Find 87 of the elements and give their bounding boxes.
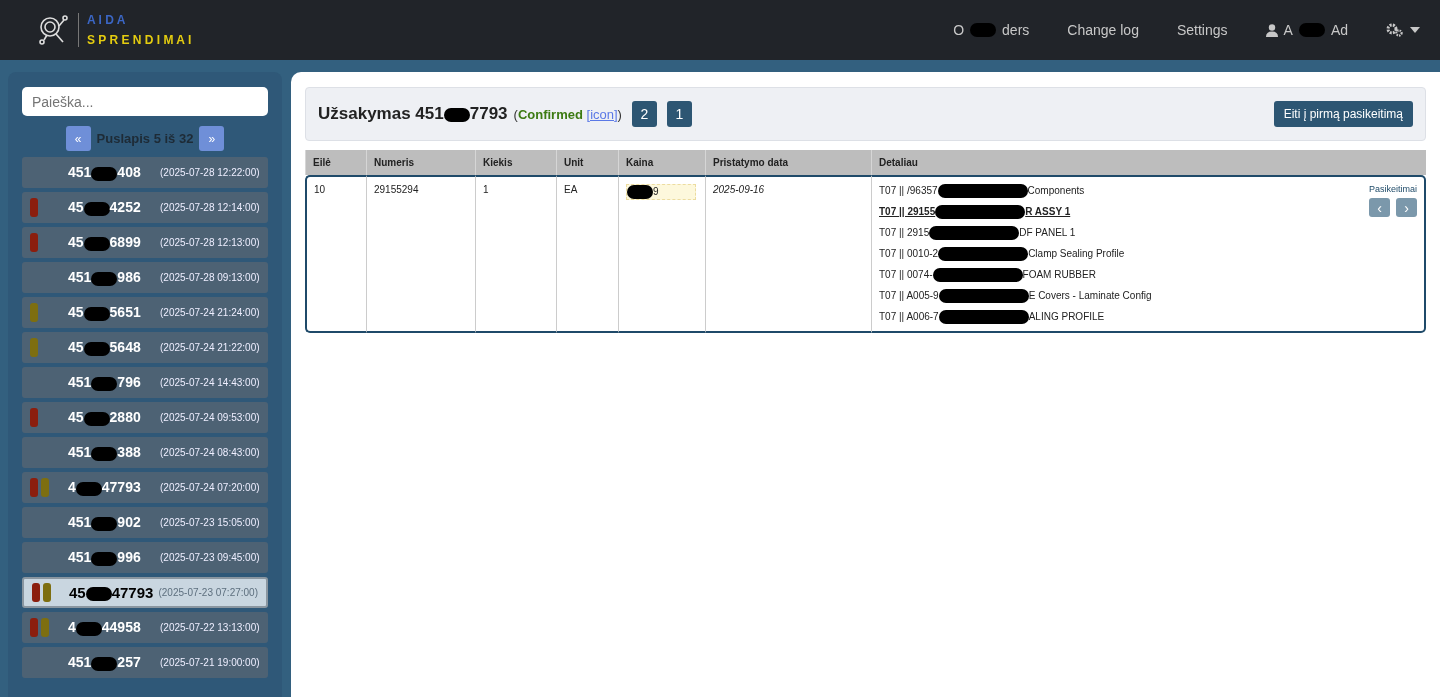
order-number: 45 5651: [68, 304, 142, 321]
order-number: 45 2880: [68, 409, 142, 426]
table-cell: EA: [564, 184, 578, 195]
order-number: 45 47793: [68, 584, 155, 601]
column-header: Kiekis: [475, 150, 556, 175]
go-to-first-change-button[interactable]: Eiti į pirmą pasikeitimą: [1273, 101, 1413, 127]
order-item[interactable]: 451 902 (2025-07-23 15:05:00): [22, 507, 268, 538]
detail-line: T07 || 29155 R ASSY 1: [879, 205, 1072, 219]
order-date: (2025-07-24 07:20:00): [160, 482, 260, 493]
column-header: Pristatymo data: [705, 150, 871, 175]
order-item[interactable]: 45 2880 (2025-07-24 09:53:00): [22, 402, 268, 433]
order-item[interactable]: 45 47793 (2025-07-23 07:27:00): [22, 577, 268, 608]
detail-line: T07 || 0010-2 Clamp Sealing Profile: [879, 247, 1126, 261]
order-title: Užsakymas 451 7793: [318, 104, 508, 124]
count-badge[interactable]: 1: [666, 101, 692, 127]
order-item[interactable]: 45 4252 (2025-07-28 12:14:00): [22, 192, 268, 223]
order-number: 451 996: [68, 549, 142, 566]
user-menu[interactable]: A Ad: [1265, 22, 1348, 38]
column-header: Eilė: [305, 150, 366, 175]
order-item[interactable]: 45 5651 (2025-07-24 21:24:00): [22, 297, 268, 328]
column-header: Detaliau: [871, 150, 1426, 175]
detail-line: T07 || 2915 DF PANEL 1: [879, 226, 1077, 240]
page-label: Puslapis 5 iš 32: [96, 131, 194, 146]
brand-subtitle: S P R E N D I M A I: [87, 33, 192, 47]
order-item[interactable]: 45 5648 (2025-07-24 21:22:00): [22, 332, 268, 363]
order-number: 45 4252: [68, 199, 142, 216]
order-item[interactable]: 4 47793 (2025-07-24 07:20:00): [22, 472, 268, 503]
changes-label: Pasikeitimai: [1369, 184, 1417, 194]
order-item[interactable]: 451 996 (2025-07-23 09:45:00): [22, 542, 268, 573]
order-date: (2025-07-28 12:13:00): [160, 237, 260, 248]
settings-menu[interactable]: [1386, 23, 1420, 37]
nav-link[interactable]: Change log: [1067, 22, 1139, 38]
detail-line: T07 || A006-7 ALING PROFILE: [879, 310, 1106, 324]
order-date: (2025-07-23 15:05:00): [160, 517, 260, 528]
user-icon: [1265, 23, 1278, 37]
gears-icon: [1386, 23, 1404, 37]
order-date: (2025-07-28 09:13:00): [160, 272, 260, 283]
order-item[interactable]: 451 257 (2025-07-21 19:00:00): [22, 647, 268, 678]
price-field[interactable]: 9: [626, 184, 696, 200]
nav-link[interactable]: Settings: [1176, 22, 1228, 38]
logo-icon: [38, 14, 70, 46]
order-date: (2025-07-22 13:13:00): [160, 622, 260, 633]
order-date: (2025-07-28 12:22:00): [160, 167, 260, 178]
order-date: (2025-07-21 19:00:00): [160, 657, 260, 668]
order-number: 45 6899: [68, 234, 142, 251]
detail-line: T07 || 0074- FOAM RUBBER: [879, 268, 1097, 282]
order-number: 451 796: [68, 374, 142, 391]
icon-link[interactable]: [icon]: [586, 106, 618, 122]
order-number: 451 902: [68, 514, 142, 531]
order-date: (2025-07-24 21:24:00): [160, 307, 260, 318]
order-date: (2025-07-23 09:45:00): [160, 552, 260, 563]
table-cell: 2025-09-16: [713, 184, 765, 195]
brand-name: A I D A: [87, 13, 127, 27]
order-item[interactable]: 451 408 (2025-07-28 12:22:00): [22, 157, 268, 188]
order-date: (2025-07-24 14:43:00): [160, 377, 260, 388]
order-item[interactable]: 451 388 (2025-07-24 08:43:00): [22, 437, 268, 468]
order-date: (2025-07-28 12:14:00): [160, 202, 260, 213]
order-status: (Confirmed [icon]): [513, 106, 622, 122]
order-date: (2025-07-24 08:43:00): [160, 447, 260, 458]
detail-line: T07 || A005-9 E Covers - Laminate Config: [879, 289, 1153, 303]
order-number: 4 44958: [68, 619, 142, 636]
table-cell: 10: [314, 184, 326, 195]
order-item[interactable]: 451 986 (2025-07-28 09:13:00): [22, 262, 268, 293]
order-number: 451 257: [68, 654, 142, 671]
order-number: 451 388: [68, 444, 142, 461]
search-field[interactable]: Paieška...: [22, 87, 268, 116]
table-cell: 29155294: [374, 184, 419, 195]
order-date: (2025-07-24 21:22:00): [160, 342, 260, 353]
order-number: 4 47793: [68, 479, 142, 496]
order-item[interactable]: 451 796 (2025-07-24 14:43:00): [22, 367, 268, 398]
order-number: 451 986: [68, 269, 142, 286]
order-item[interactable]: 45 6899 (2025-07-28 12:13:00): [22, 227, 268, 258]
caret-icon: [1410, 27, 1420, 33]
order-number: 45 5648: [68, 339, 142, 356]
nav-link[interactable]: O ders: [953, 22, 1030, 38]
column-header: Numeris: [366, 150, 475, 175]
column-header: Unit: [556, 150, 618, 175]
next-page-button[interactable]: »: [199, 126, 225, 151]
order-item[interactable]: 4 44958 (2025-07-22 13:13:00): [22, 612, 268, 643]
previous-page-button[interactable]: «: [65, 126, 91, 151]
count-badge[interactable]: 2: [631, 101, 657, 127]
order-date: (2025-07-24 09:53:00): [160, 412, 260, 423]
detail-line: T07 || /96357 Components: [879, 184, 1086, 198]
table-cell: 1: [483, 184, 489, 195]
order-number: 451 408: [68, 164, 142, 181]
order-date: (2025-07-23 07:27:00): [158, 587, 258, 598]
column-header: Kaina: [618, 150, 705, 175]
